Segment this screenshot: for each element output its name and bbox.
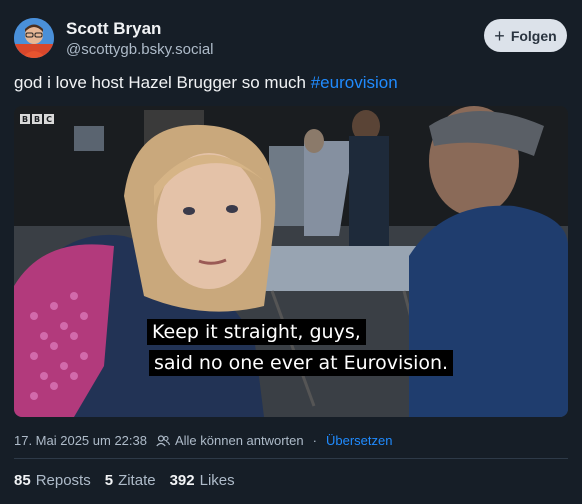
post-video[interactable]: B B C Keep it straight, guys, said no on… (14, 106, 568, 417)
translate-link[interactable]: Übersetzen (326, 433, 392, 448)
hashtag-link[interactable]: #eurovision (311, 73, 398, 92)
divider (14, 458, 568, 459)
post-meta: 17. Mai 2025 um 22:38 Alle können antwor… (14, 433, 392, 448)
author-avatar[interactable] (14, 18, 54, 58)
author-handle[interactable]: @scottygb.bsky.social (66, 41, 214, 58)
plus-icon: + (494, 25, 505, 46)
avatar-image (14, 18, 54, 58)
subtitle-line-2: said no one ever at Eurovision. (149, 350, 454, 376)
post-stats: 85 Reposts 5 Zitate 392 Likes (14, 472, 235, 489)
bbc-logo: B B C (20, 114, 54, 124)
people-icon (156, 434, 170, 447)
post-timestamp[interactable]: 17. Mai 2025 um 22:38 (14, 433, 147, 448)
reposts-stat[interactable]: 85 Reposts (14, 472, 91, 489)
post-body: god i love host Hazel Brugger so much (14, 73, 311, 92)
post-text: god i love host Hazel Brugger so much #e… (14, 73, 398, 93)
follow-button-label: Folgen (510, 27, 557, 44)
reply-setting[interactable]: Alle können antworten (175, 433, 304, 448)
likes-stat[interactable]: 392 Likes (170, 472, 235, 489)
author-display-name[interactable]: Scott Bryan (66, 19, 161, 39)
quotes-stat[interactable]: 5 Zitate (105, 472, 156, 489)
subtitle-line-1: Keep it straight, guys, (147, 319, 366, 345)
post-card: Scott Bryan @scottygb.bsky.social + Folg… (0, 0, 582, 504)
meta-separator: · (312, 433, 317, 448)
follow-button[interactable]: + Folgen (484, 19, 567, 52)
